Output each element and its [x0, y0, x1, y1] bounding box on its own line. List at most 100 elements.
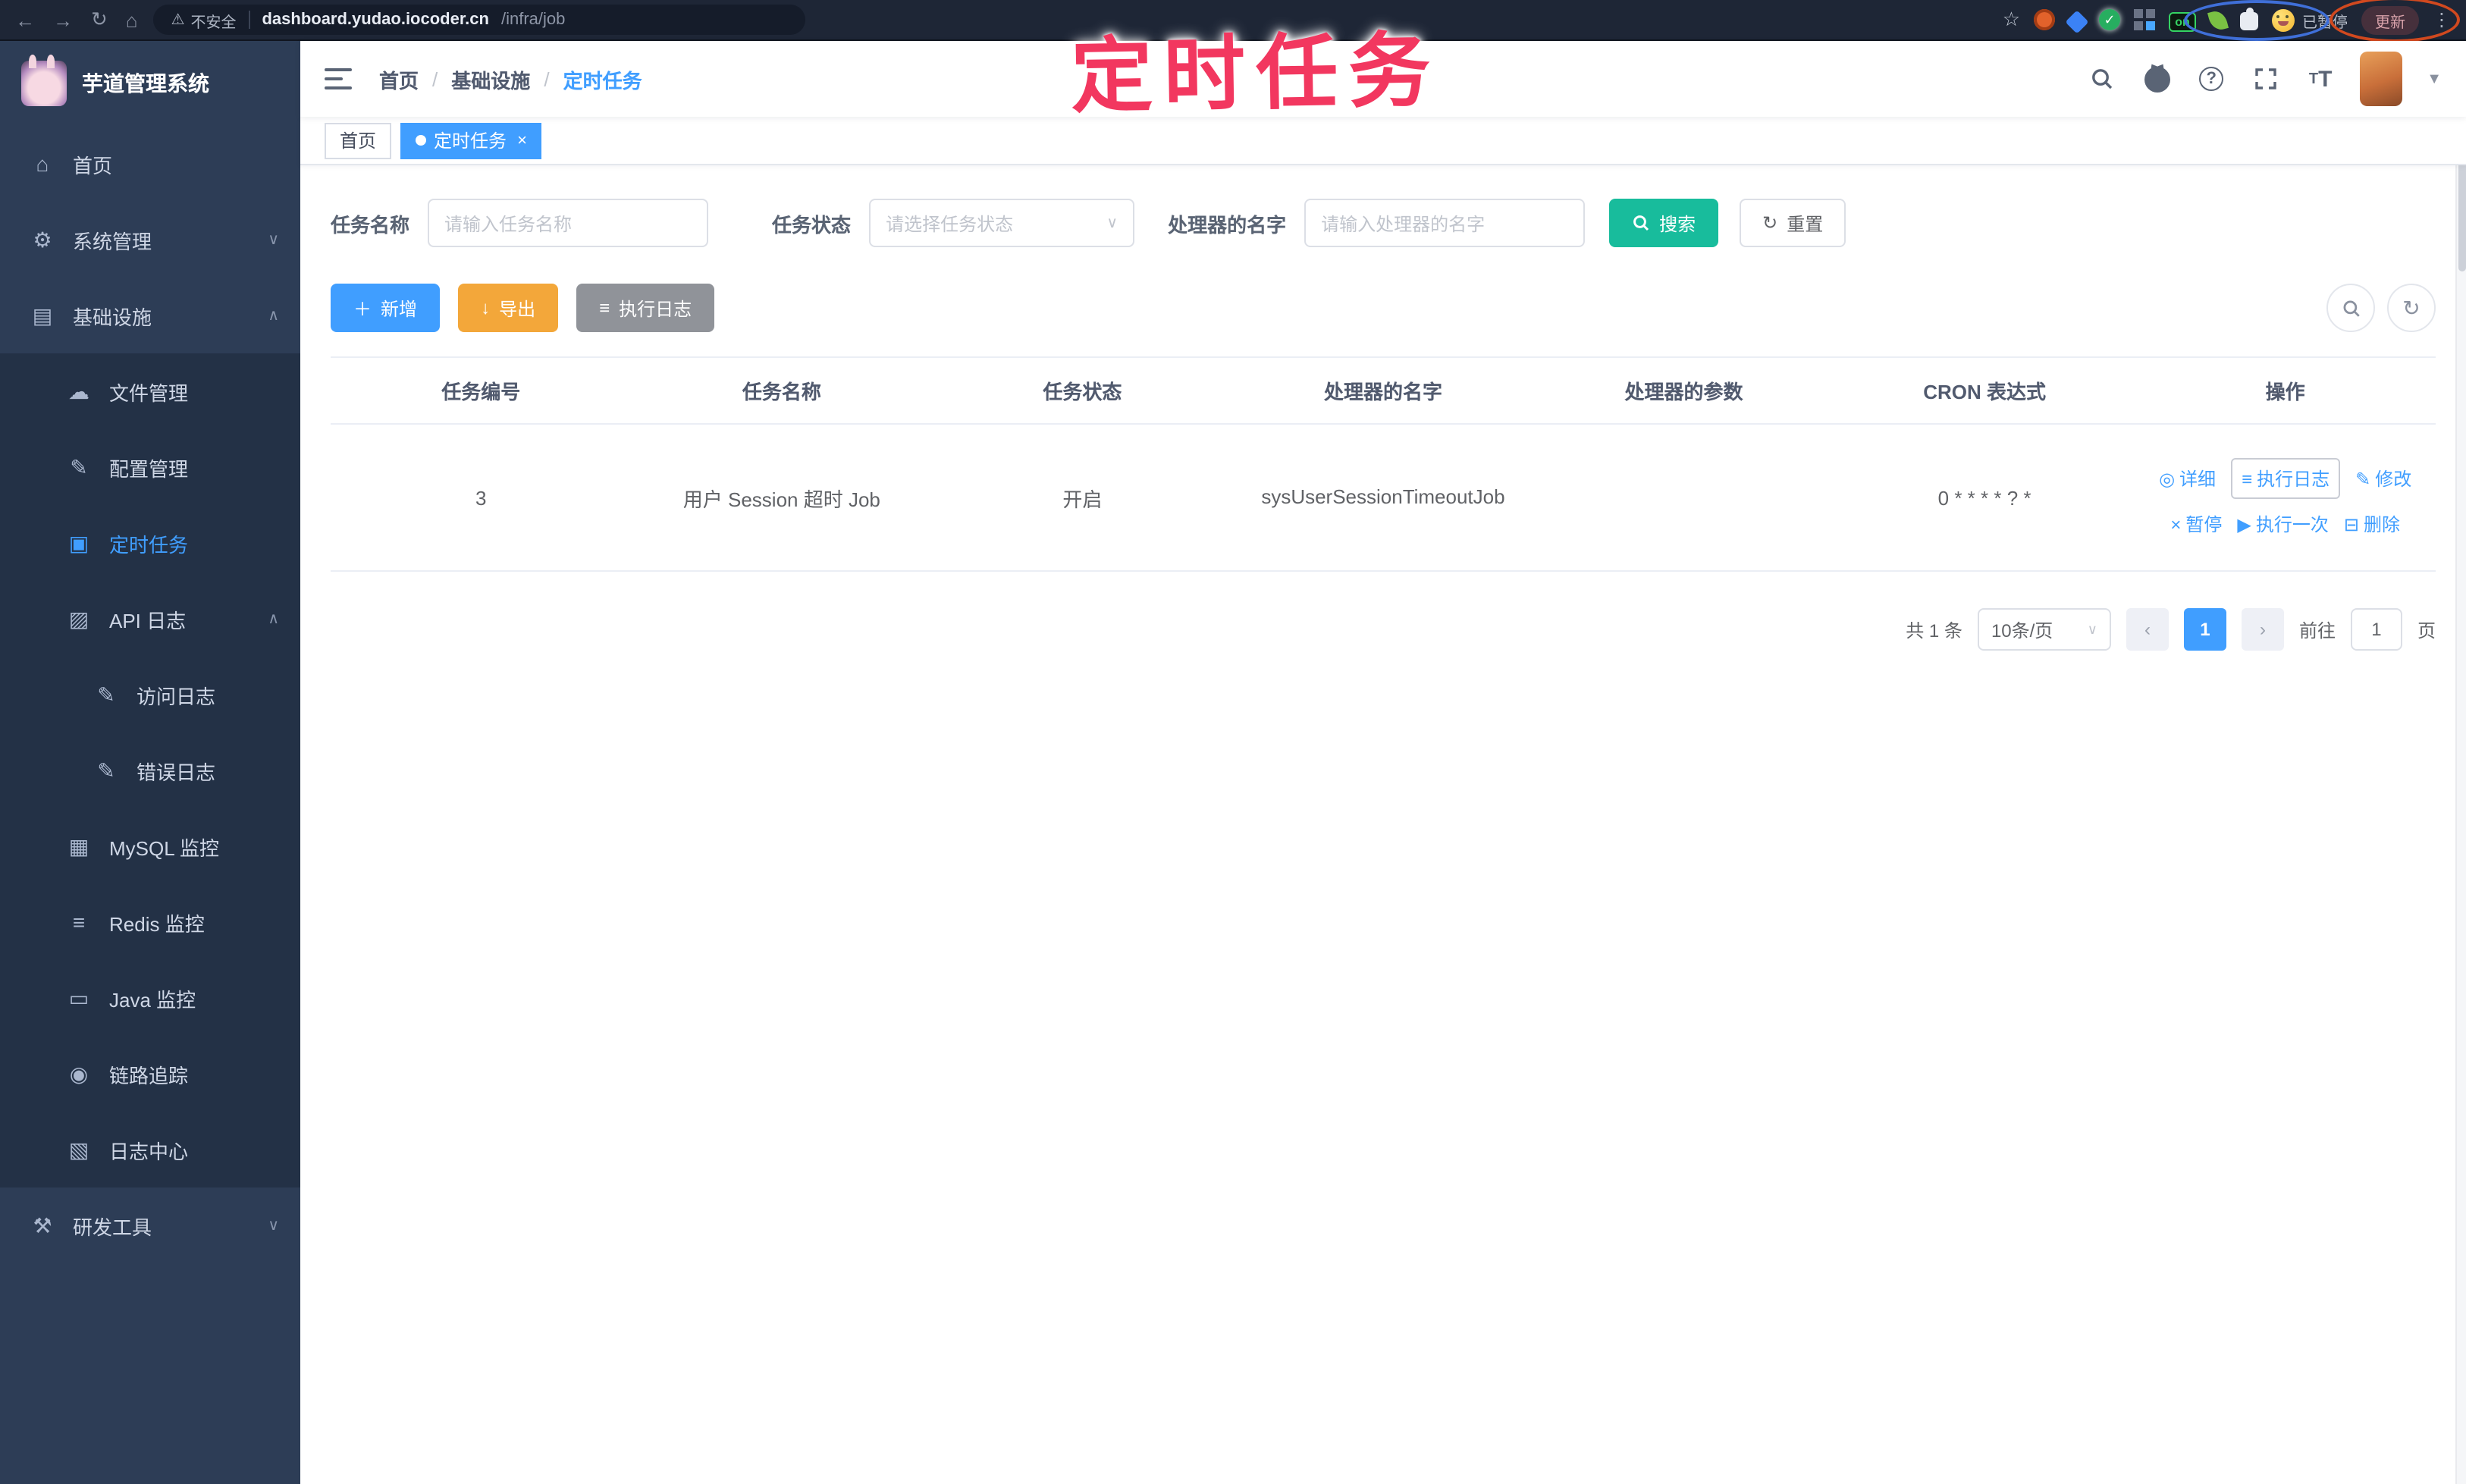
active-tag-dot [416, 135, 427, 146]
action-exec-log[interactable]: ≡ 执行日志 [2231, 458, 2341, 499]
app-logo-avatar [21, 55, 67, 106]
browser-forward-icon[interactable]: → [53, 8, 73, 31]
sidebar-item-scheduled-tasks[interactable]: ▣ 定时任务 [0, 505, 300, 581]
tag-scheduled-tasks[interactable]: 定时任务 × [400, 122, 542, 158]
action-edit[interactable]: ✎ 修改 [2355, 466, 2411, 491]
pagination-total: 共 1 条 [1906, 620, 1962, 641]
browser-reload-icon[interactable]: ↻ [91, 8, 108, 32]
sidebar-item-error-log[interactable]: ✎ 错误日志 [0, 733, 300, 808]
log-list-icon: ≡ [599, 297, 610, 318]
breadcrumb-home[interactable]: 首页 [379, 64, 419, 93]
browser-menu-icon[interactable]: ⋮ [2433, 9, 2451, 30]
font-size-icon[interactable]: TT [2305, 64, 2336, 94]
refresh-icon: ↻ [1762, 212, 1778, 234]
search-button[interactable]: 搜索 [1609, 199, 1719, 247]
tag-home[interactable]: 首页 [325, 122, 392, 158]
cell-job-id: 3 [331, 424, 632, 572]
add-button[interactable]: ＋ 新增 [331, 284, 441, 332]
sidebar-item-trace[interactable]: ◉ 链路追踪 [0, 1036, 300, 1112]
close-icon[interactable]: × [517, 131, 527, 149]
col-actions: 操作 [2135, 356, 2436, 425]
breadcrumb-infrastructure[interactable]: 基础设施 [451, 64, 530, 93]
sidebar-item-config-mgmt[interactable]: ✎ 配置管理 [0, 429, 300, 505]
log-list-icon: ≡ [2242, 468, 2253, 489]
page-size-select[interactable]: 10条/页 ∨ [1977, 608, 2111, 651]
toggle-search-button[interactable] [2326, 284, 2375, 332]
export-button[interactable]: ↓ 导出 [458, 284, 559, 332]
task-name-input[interactable]: 请输入任务名称 [428, 199, 709, 247]
sidebar-item-access-log[interactable]: ✎ 访问日志 [0, 657, 300, 733]
sidebar: 芋道管理系统 ⌂ 首页 ⚙ 系统管理 ∨ ▤ 基础设施 ∧ ☁ 文件管理 ✎ 配… [0, 41, 300, 1484]
handler-name-input[interactable]: 请输入处理器的名字 [1304, 199, 1586, 247]
sidebar-item-home[interactable]: ⌂ 首页 [0, 126, 300, 202]
github-icon[interactable] [2141, 64, 2172, 94]
access-log-icon: ✎ [97, 682, 115, 706]
col-job-status: 任务状态 [932, 356, 1233, 425]
chrome-update-button[interactable]: 更新 [2361, 5, 2419, 34]
tags-view-bar: 首页 定时任务 × [300, 117, 2466, 165]
fullscreen-icon[interactable] [2251, 64, 2281, 94]
cell-job-status: 开启 [932, 424, 1233, 572]
goto-page-input[interactable] [2350, 608, 2402, 651]
exec-log-button[interactable]: ≡ 执行日志 [576, 284, 715, 332]
sidebar-item-devtools[interactable]: ⚒ 研发工具 ∨ [0, 1188, 300, 1263]
extension-on-badge[interactable]: on [2169, 12, 2196, 32]
bookmark-star-icon[interactable]: ☆ [2003, 8, 2020, 32]
breadcrumb-separator: / [432, 67, 438, 90]
sidebar-item-system-mgmt[interactable]: ⚙ 系统管理 ∨ [0, 202, 300, 278]
extension-orange-icon[interactable] [2034, 9, 2055, 30]
task-status-label: 任务状态 [772, 213, 852, 236]
chevron-down-icon: ∨ [2087, 621, 2097, 636]
screen: ← → ↻ ⌂ ⚠ 不安全 dashboard.yudao.iocoder.cn… [0, 0, 2466, 1484]
download-icon: ↓ [481, 297, 491, 318]
sidebar-item-java-monitor[interactable]: ▭ Java 监控 [0, 960, 300, 1036]
not-secure-warning[interactable]: ⚠ 不安全 [171, 8, 237, 31]
eye-icon: ◎ [2159, 468, 2176, 489]
cloud-upload-icon: ☁ [68, 378, 89, 403]
action-pause[interactable]: × 暂停 [2170, 511, 2222, 537]
search-icon[interactable] [2087, 64, 2117, 94]
annotation-title: 定时任务 [1070, 25, 1442, 124]
extension-green-check-icon[interactable]: ✓ [2099, 9, 2120, 30]
sidebar-item-file-mgmt[interactable]: ☁ 文件管理 [0, 353, 300, 429]
refresh-table-button[interactable]: ↻ [2387, 284, 2436, 332]
trace-eye-icon: ◉ [69, 1061, 89, 1085]
chevron-down-icon: ∨ [1106, 215, 1118, 231]
extension-blue-icon[interactable] [2065, 9, 2089, 33]
sidebar-item-api-log[interactable]: ▨ API 日志 ∧ [0, 581, 300, 657]
address-bar[interactable]: ⚠ 不安全 dashboard.yudao.iocoder.cn /infra/… [152, 5, 805, 35]
prev-page-button[interactable]: ‹ [2126, 608, 2169, 651]
sidebar-fold-icon[interactable] [325, 68, 352, 89]
browser-back-icon[interactable]: ← [15, 8, 35, 31]
page-scrollbar[interactable] [2455, 41, 2466, 1484]
browser-home-icon[interactable]: ⌂ [126, 8, 138, 31]
chevron-up-icon: ∧ [268, 307, 279, 324]
sidebar-item-redis-monitor[interactable]: ≡ Redis 监控 [0, 884, 300, 960]
browser-profile-chip[interactable]: 已暂停 [2272, 8, 2348, 31]
content-area: 任务名称 请输入任务名称 任务状态 请选择任务状态 ∨ 处理器的名字 请输入处理… [300, 165, 2466, 1484]
page-number-1[interactable]: 1 [2183, 608, 2226, 651]
help-icon[interactable]: ? [2196, 64, 2226, 94]
chevron-down-icon: ∨ [268, 1217, 279, 1234]
sidebar-item-mysql-monitor[interactable]: ▦ MySQL 监控 [0, 808, 300, 884]
extension-leaf-icon[interactable] [2207, 8, 2229, 32]
edit-pencil-icon: ✎ [2355, 468, 2371, 489]
extension-grid-icon[interactable] [2134, 9, 2155, 30]
sidebar-item-log-center[interactable]: ▧ 日志中心 [0, 1112, 300, 1188]
task-name-label: 任务名称 [331, 213, 410, 236]
caret-down-icon[interactable]: ▼ [2427, 71, 2442, 87]
action-detail[interactable]: ◎ 详细 [2159, 466, 2216, 491]
avatar[interactable] [2360, 52, 2403, 106]
reset-button[interactable]: ↻ 重置 [1740, 199, 1846, 247]
action-delete[interactable]: ⊟ 删除 [2344, 511, 2400, 537]
task-status-select[interactable]: 请选择任务状态 ∨ [869, 199, 1135, 247]
next-page-button[interactable]: › [2241, 608, 2284, 651]
url-divider [248, 11, 250, 29]
extensions-puzzle-icon[interactable] [2240, 7, 2258, 30]
pagination: 共 1 条 10条/页 ∨ ‹ 1 › 前往 页 [331, 608, 2436, 651]
action-run-once[interactable]: ▶ 执行一次 [2237, 511, 2329, 537]
home-icon: ⌂ [36, 152, 49, 176]
app-logo-row[interactable]: 芋道管理系统 [0, 41, 300, 126]
schedule-icon: ▣ [68, 530, 89, 554]
sidebar-item-infrastructure[interactable]: ▤ 基础设施 ∧ [0, 278, 300, 353]
